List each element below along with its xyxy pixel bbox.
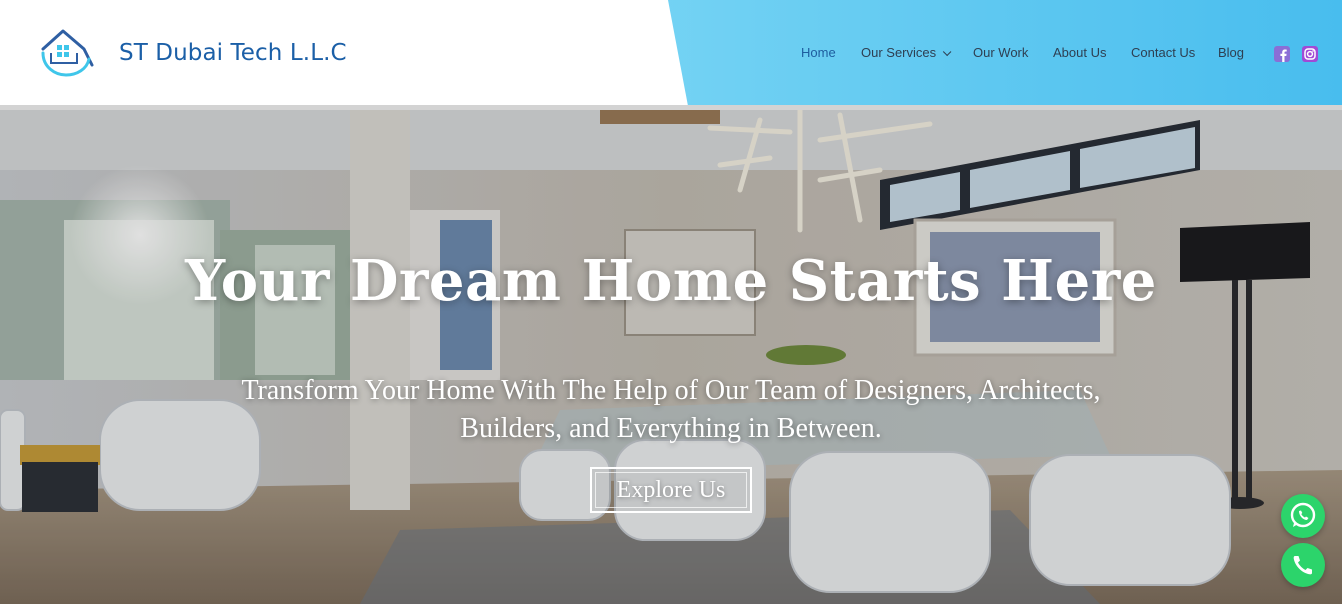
hero-subtitle-line-2: Builders, and Everything in Between. bbox=[460, 413, 882, 444]
nav-our-work[interactable]: Our Work bbox=[973, 45, 1028, 63]
hero-subtitle: Transform Your Home With The Help of Our… bbox=[211, 372, 1131, 448]
instagram-icon[interactable] bbox=[1302, 46, 1318, 62]
site-header: ST Dubai Tech L.L.C Home Our Services Ou… bbox=[0, 0, 1342, 106]
phone-icon[interactable] bbox=[1281, 543, 1325, 587]
hero-title: Your Dream Home Starts Here bbox=[185, 248, 1157, 314]
nav-our-services-label: Our Services bbox=[861, 45, 937, 60]
house-logo-icon[interactable] bbox=[37, 27, 95, 79]
dining-room-photo bbox=[0, 110, 1342, 604]
hero-section: Your Dream Home Starts Here Transform Yo… bbox=[0, 110, 1342, 604]
facebook-icon[interactable] bbox=[1274, 46, 1290, 62]
nav-contact-us[interactable]: Contact Us bbox=[1131, 45, 1195, 63]
nav-blog[interactable]: Blog bbox=[1218, 45, 1244, 63]
brand-name[interactable]: ST Dubai Tech L.L.C bbox=[119, 40, 347, 66]
explore-us-button[interactable]: Explore Us bbox=[590, 467, 752, 513]
nav-about-us[interactable]: About Us bbox=[1053, 45, 1106, 63]
whatsapp-icon[interactable] bbox=[1281, 494, 1325, 538]
nav-home[interactable]: Home bbox=[801, 45, 836, 63]
hero-subtitle-line-1: Transform Your Home With The Help of Our… bbox=[241, 375, 1101, 406]
nav-our-services[interactable]: Our Services bbox=[861, 45, 952, 63]
